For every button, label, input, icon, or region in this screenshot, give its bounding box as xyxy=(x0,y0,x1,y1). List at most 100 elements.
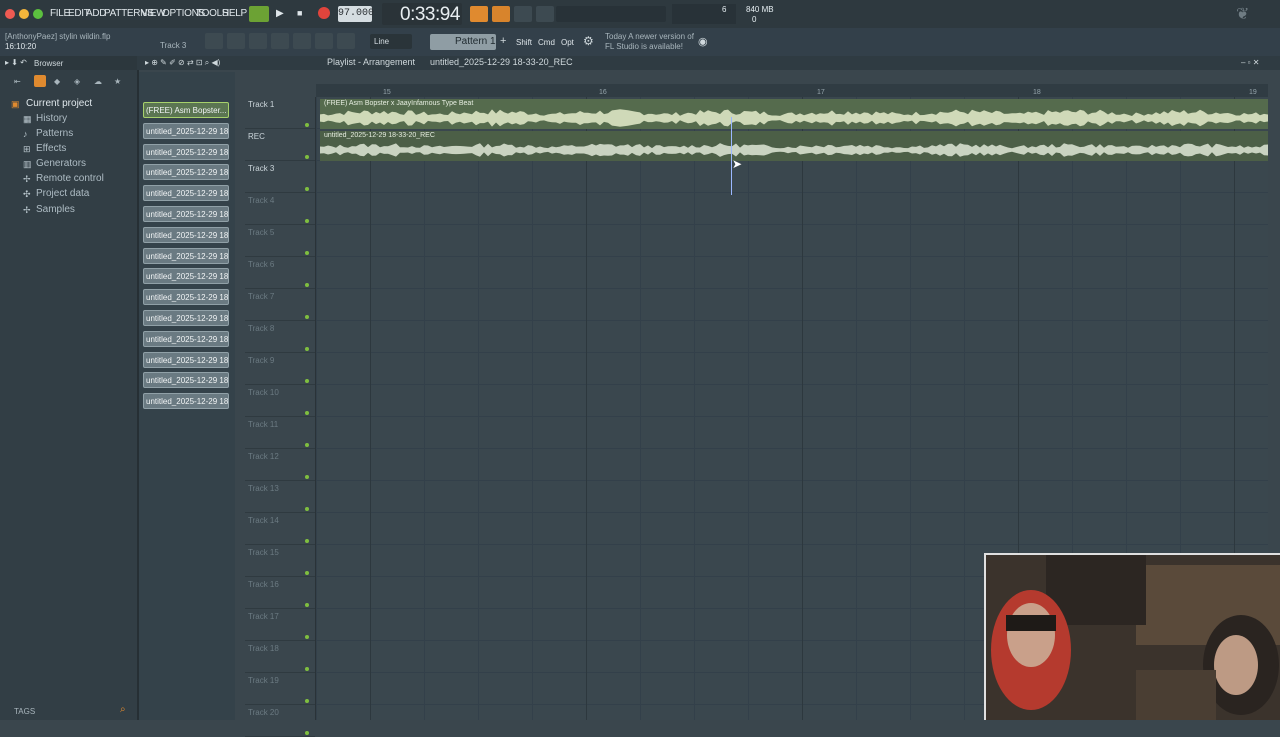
track-label[interactable]: Track 7 xyxy=(248,292,274,301)
piano-roll-icon[interactable] xyxy=(227,33,245,49)
playlist-breadcrumb[interactable]: untitled_2025-12-29 18-33-20_REC xyxy=(430,57,573,67)
clip-picker-item[interactable]: untitled_2025-12-29 18-... xyxy=(143,330,229,347)
master-volume-panel[interactable] xyxy=(556,6,666,22)
countdown-icon[interactable] xyxy=(514,6,532,22)
track-mute-led[interactable] xyxy=(305,571,309,575)
track-mute-led[interactable] xyxy=(305,667,309,671)
clip-picker-item[interactable]: untitled_2025-12-29 18-... xyxy=(143,206,229,222)
song-time-display[interactable]: 0:33:94 xyxy=(400,4,460,26)
track-label[interactable]: Track 20 xyxy=(248,708,279,717)
browser-folder-icon[interactable]: ◆ xyxy=(54,77,60,86)
browser-collapse-icon[interactable]: ⇤ xyxy=(14,77,21,86)
track-mute-led[interactable] xyxy=(305,507,309,511)
track-mute-led[interactable] xyxy=(305,187,309,191)
stop-icon[interactable]: ■ xyxy=(297,8,302,18)
mixer-icon[interactable] xyxy=(271,33,289,49)
track-mute-led[interactable] xyxy=(305,283,309,287)
browser-plugin-icon[interactable]: ◈ xyxy=(74,77,80,86)
play-icon[interactable]: ▶ xyxy=(276,8,284,19)
track-label[interactable]: Track 8 xyxy=(248,324,274,333)
track-label[interactable]: Track 3 xyxy=(248,164,274,173)
browser-item-history[interactable]: History xyxy=(36,113,67,124)
track-label[interactable]: Track 6 xyxy=(248,260,274,269)
browser-item-effects[interactable]: Effects xyxy=(36,143,66,154)
menu-help[interactable]: HELP xyxy=(222,8,247,19)
browser-cloud-icon[interactable]: ☁ xyxy=(94,77,102,86)
minimize-window-icon[interactable] xyxy=(19,9,29,19)
channel-rack-icon[interactable] xyxy=(249,33,267,49)
clip-picker-item[interactable]: untitled_2025-12-29 18-... xyxy=(143,226,229,243)
audio-clip-beat[interactable]: (FREE) Asm Bopster x JaayInfamous Type B… xyxy=(320,99,1268,129)
track-mute-led[interactable] xyxy=(305,699,309,703)
audio-clip-rec[interactable]: untitled_2025-12-29 18-33-20_REC xyxy=(320,131,1268,161)
tags-label[interactable]: TAGS xyxy=(14,707,35,716)
cmd-key[interactable]: Cmd xyxy=(538,38,555,47)
track-label[interactable]: Track 17 xyxy=(248,612,279,621)
clip-picker-item[interactable]: untitled_2025-12-29 18-... xyxy=(143,122,229,139)
track-label[interactable]: Track 5 xyxy=(248,228,274,237)
opt-key[interactable]: Opt xyxy=(561,38,574,47)
gear-icon[interactable]: ⚙ xyxy=(583,34,594,48)
metronome-icon[interactable] xyxy=(470,6,488,22)
track-mute-led[interactable] xyxy=(305,635,309,639)
track-mute-led[interactable] xyxy=(305,475,309,479)
track-label[interactable]: Track 1 xyxy=(248,100,274,109)
browser-all-icon[interactable] xyxy=(34,75,46,87)
timeline-ruler[interactable] xyxy=(316,84,1268,97)
browser-item-samples[interactable]: Samples xyxy=(36,204,75,215)
clip-picker-item[interactable]: untitled_2025-12-29 18-... xyxy=(143,185,229,202)
song-mode-toggle[interactable] xyxy=(249,6,269,22)
clip-picker-item[interactable]: untitled_2025-12-29 18-... xyxy=(143,247,229,264)
browser-item-generators[interactable]: Generators xyxy=(36,158,86,169)
news-line-2[interactable]: FL Studio is available! xyxy=(605,42,683,51)
track-mute-led[interactable] xyxy=(305,315,309,319)
maximize-window-icon[interactable] xyxy=(33,9,43,19)
news-line-1[interactable]: Today A newer version of xyxy=(605,32,694,41)
track-mute-led[interactable] xyxy=(305,603,309,607)
track-mute-led[interactable] xyxy=(305,347,309,351)
window-controls-icon[interactable]: – ▫ ✕ xyxy=(1241,58,1259,67)
track-label[interactable]: Track 10 xyxy=(248,388,279,397)
browser-item-project-data[interactable]: Project data xyxy=(36,188,89,199)
track-mute-led[interactable] xyxy=(305,219,309,223)
track-label[interactable]: Track 12 xyxy=(248,452,279,461)
track-label[interactable]: Track 19 xyxy=(248,676,279,685)
track-mute-led[interactable] xyxy=(305,251,309,255)
playhead-marker[interactable] xyxy=(731,117,732,195)
clip-picker-item[interactable]: untitled_2025-12-29 18-... xyxy=(143,268,229,285)
track-label[interactable]: Track 9 xyxy=(248,356,274,365)
arrow-right-icon[interactable] xyxy=(315,33,333,49)
add-pattern-icon[interactable]: + xyxy=(500,35,506,47)
playlist-view-icon[interactable] xyxy=(205,33,223,49)
clip-picker-item[interactable]: untitled_2025-12-29 18-... xyxy=(143,289,229,306)
track-label[interactable]: Track 15 xyxy=(248,548,279,557)
clip-picker-item[interactable]: untitled_2025-12-29 18-... xyxy=(143,372,229,389)
close-window-icon[interactable] xyxy=(5,9,15,19)
blend-notes-icon[interactable] xyxy=(536,6,554,22)
browser-menu-icon[interactable]: ▸ ⬇ ↶ xyxy=(5,58,27,67)
tempo-display[interactable]: 97.000 xyxy=(338,6,374,22)
wait-record-icon[interactable] xyxy=(492,6,510,22)
track-label[interactable]: Track 13 xyxy=(248,484,279,493)
browser-item-current-project[interactable]: Current project xyxy=(26,98,92,109)
track-mute-led[interactable] xyxy=(305,123,309,127)
clip-picker-item[interactable]: untitled_2025-12-29 18-... xyxy=(143,164,229,181)
track-mute-led[interactable] xyxy=(305,539,309,543)
shift-key[interactable]: Shift xyxy=(516,38,532,47)
clip-picker-item[interactable]: untitled_2025-12-29 18-... xyxy=(143,310,229,326)
track-mute-led[interactable] xyxy=(305,411,309,415)
track-mute-led[interactable] xyxy=(305,731,309,735)
mic-icon[interactable] xyxy=(337,33,355,49)
track-mute-led[interactable] xyxy=(305,379,309,383)
track-label[interactable]: Track 4 xyxy=(248,196,274,205)
track-label[interactable]: REC xyxy=(248,132,265,141)
track-label[interactable]: Track 18 xyxy=(248,644,279,653)
clip-picker-item[interactable]: untitled_2025-12-29 18-... xyxy=(143,351,229,368)
clip-picker-item[interactable]: untitled_2025-12-29 18-... xyxy=(143,393,229,410)
browser-item-remote-control[interactable]: Remote control xyxy=(36,173,104,184)
track-label[interactable]: Track 14 xyxy=(248,516,279,525)
globe-icon[interactable]: ◉ xyxy=(698,35,708,48)
playlist-tools-icon[interactable]: ▸ ⊕ ✎ ✐ ⊘ ⇄ ⊡ ⌕ ◀) xyxy=(145,58,220,68)
browser-item-patterns[interactable]: Patterns xyxy=(36,128,73,139)
plugin-icon[interactable] xyxy=(293,33,311,49)
